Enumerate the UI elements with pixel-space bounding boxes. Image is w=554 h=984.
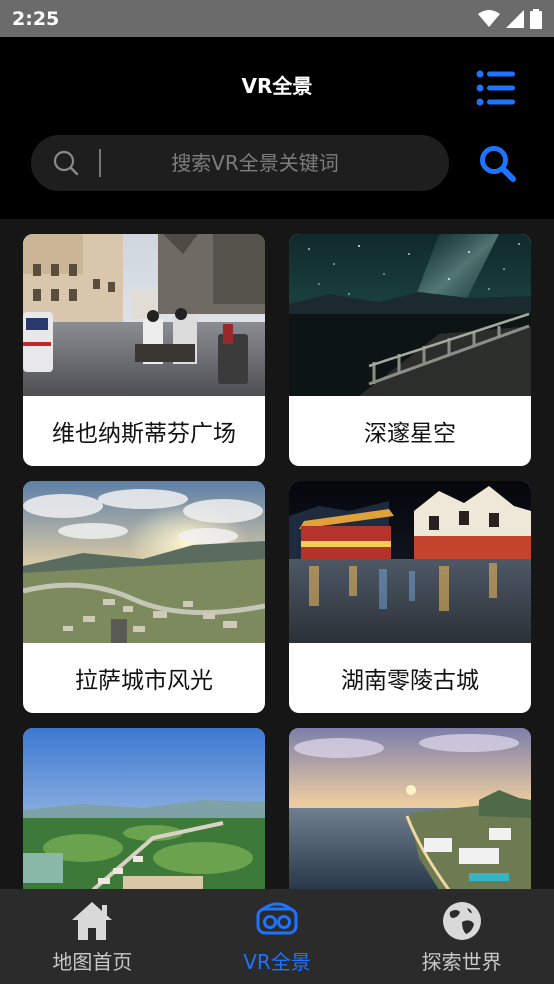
list-menu-icon bbox=[476, 70, 515, 106]
panorama-card[interactable]: 维也纳斯蒂芬广场 bbox=[23, 234, 265, 466]
panorama-thumbnail bbox=[23, 481, 265, 643]
search-field-icon-wrap bbox=[31, 135, 101, 191]
panorama-thumbnail bbox=[23, 728, 265, 889]
panorama-card[interactable] bbox=[23, 728, 265, 889]
header: VR全景 bbox=[0, 37, 554, 219]
panorama-card[interactable]: 湖南零陵古城 bbox=[289, 481, 531, 713]
panorama-card[interactable]: 深邃星空 bbox=[289, 234, 531, 466]
panorama-thumbnail bbox=[289, 234, 531, 396]
wifi-icon bbox=[478, 9, 500, 27]
status-bar: 2:25 bbox=[0, 0, 554, 37]
panorama-card[interactable] bbox=[289, 728, 531, 889]
panorama-title: 拉萨城市风光 bbox=[75, 668, 213, 694]
tab-label: 探索世界 bbox=[421, 950, 502, 974]
tab-label: VR全景 bbox=[243, 950, 311, 974]
tab-home-map[interactable]: 地图首页 bbox=[0, 889, 185, 984]
search-input[interactable] bbox=[101, 135, 449, 191]
tab-vr-panorama[interactable]: VR全景 bbox=[185, 889, 370, 984]
panorama-card[interactable]: 拉萨城市风光 bbox=[23, 481, 265, 713]
bottom-tab-bar: 地图首页 VR全景 探索世界 bbox=[0, 889, 554, 984]
vr-headset-icon bbox=[254, 899, 300, 943]
home-icon bbox=[69, 899, 115, 943]
cellular-signal-icon bbox=[506, 9, 524, 28]
panorama-thumbnail bbox=[23, 234, 265, 396]
page-title: VR全景 bbox=[241, 74, 313, 98]
globe-icon bbox=[439, 899, 485, 943]
panorama-title: 维也纳斯蒂芬广场 bbox=[52, 421, 236, 447]
status-time: 2:25 bbox=[12, 7, 60, 30]
search-icon bbox=[53, 150, 79, 176]
tab-explore-world[interactable]: 探索世界 bbox=[369, 889, 554, 984]
search-button[interactable] bbox=[478, 144, 518, 184]
search-icon bbox=[480, 146, 516, 182]
panorama-list[interactable]: 维也纳斯蒂芬广场 深邃星空 拉萨城市风光 湖南零陵古城 bbox=[0, 219, 554, 889]
search-box[interactable] bbox=[31, 135, 449, 191]
menu-button[interactable] bbox=[476, 70, 516, 106]
panorama-title: 湖南零陵古城 bbox=[341, 668, 479, 694]
panorama-grid: 维也纳斯蒂芬广场 深邃星空 拉萨城市风光 湖南零陵古城 bbox=[23, 234, 531, 889]
panorama-thumbnail bbox=[289, 728, 531, 889]
tab-label: 地图首页 bbox=[52, 950, 133, 974]
panorama-title: 深邃星空 bbox=[364, 421, 456, 447]
panorama-thumbnail bbox=[289, 481, 531, 643]
status-icons bbox=[478, 8, 542, 29]
battery-icon bbox=[530, 8, 542, 29]
